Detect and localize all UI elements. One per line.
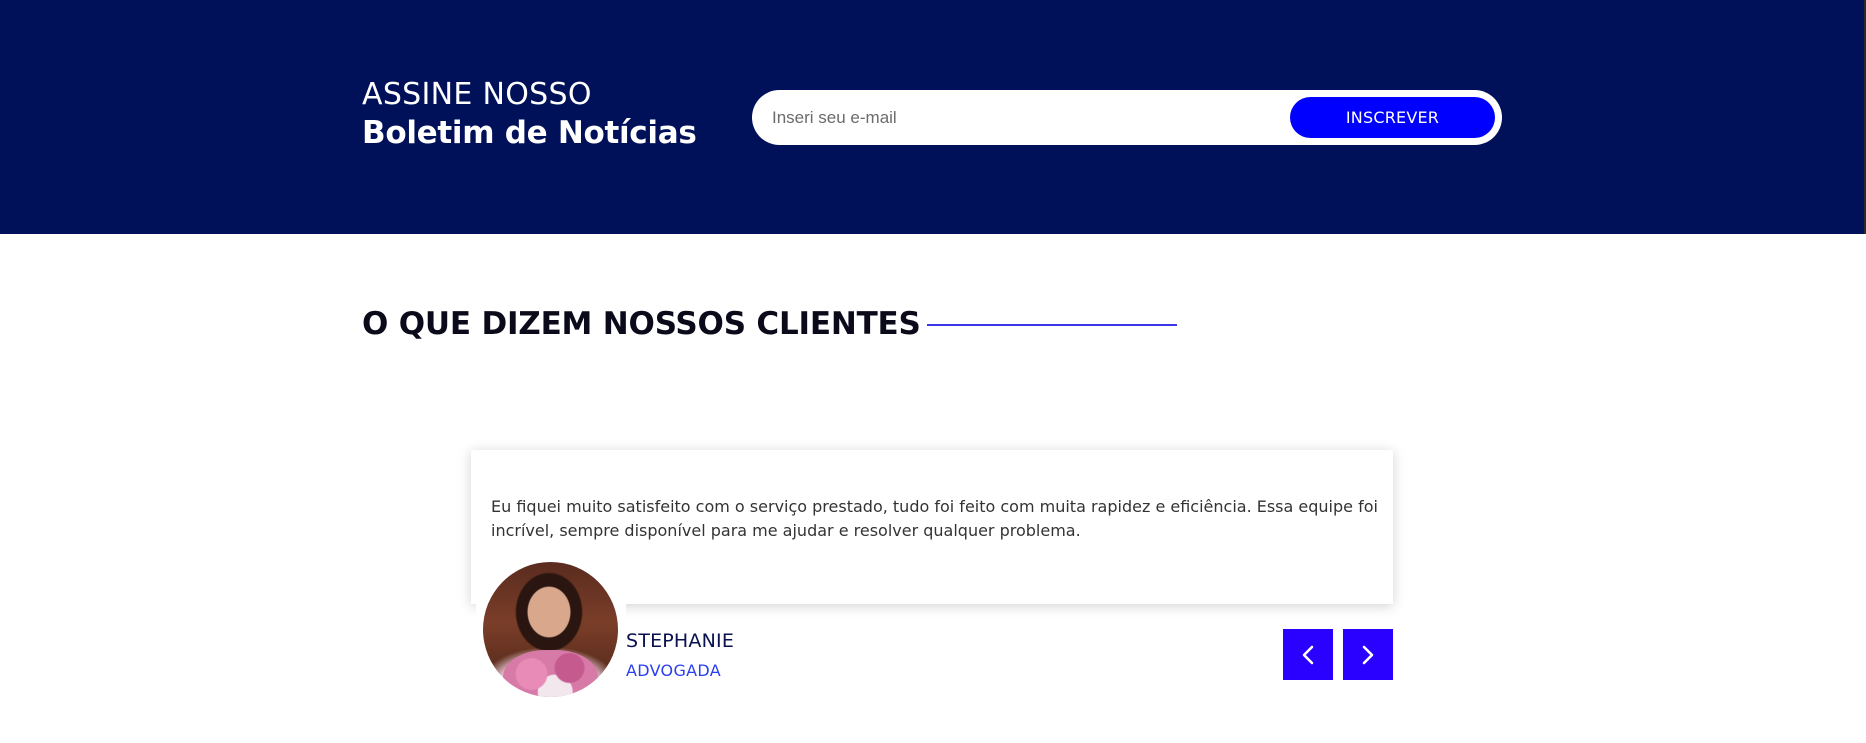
section-title: O QUE DIZEM NOSSOS CLIENTES [362, 306, 921, 342]
testimonial-author-name: STEPHANIE [626, 630, 735, 652]
next-testimonial-button[interactable] [1343, 629, 1393, 680]
chevron-right-icon [1362, 645, 1374, 664]
newsletter-heading: ASSINE NOSSO Boletim de Notícias [362, 76, 697, 152]
chevron-left-icon [1302, 645, 1314, 664]
newsletter-section: ASSINE NOSSO Boletim de Notícias INSCREV… [0, 0, 1866, 234]
newsletter-heading-line1: ASSINE NOSSO [362, 77, 592, 112]
email-input[interactable] [772, 90, 1312, 145]
title-underline [926, 324, 1177, 326]
avatar [483, 562, 618, 697]
previous-testimonial-button[interactable] [1283, 629, 1333, 680]
newsletter-form: INSCREVER [752, 90, 1502, 145]
testimonial-text: Eu fiquei muito satisfeito com o serviço… [491, 497, 1378, 540]
testimonial-author-role: ADVOGADA [626, 661, 721, 680]
subscribe-button[interactable]: INSCREVER [1290, 97, 1495, 138]
testimonials-header: O QUE DIZEM NOSSOS CLIENTES [362, 306, 1177, 342]
newsletter-heading-line2: Boletim de Notícias [362, 115, 697, 151]
